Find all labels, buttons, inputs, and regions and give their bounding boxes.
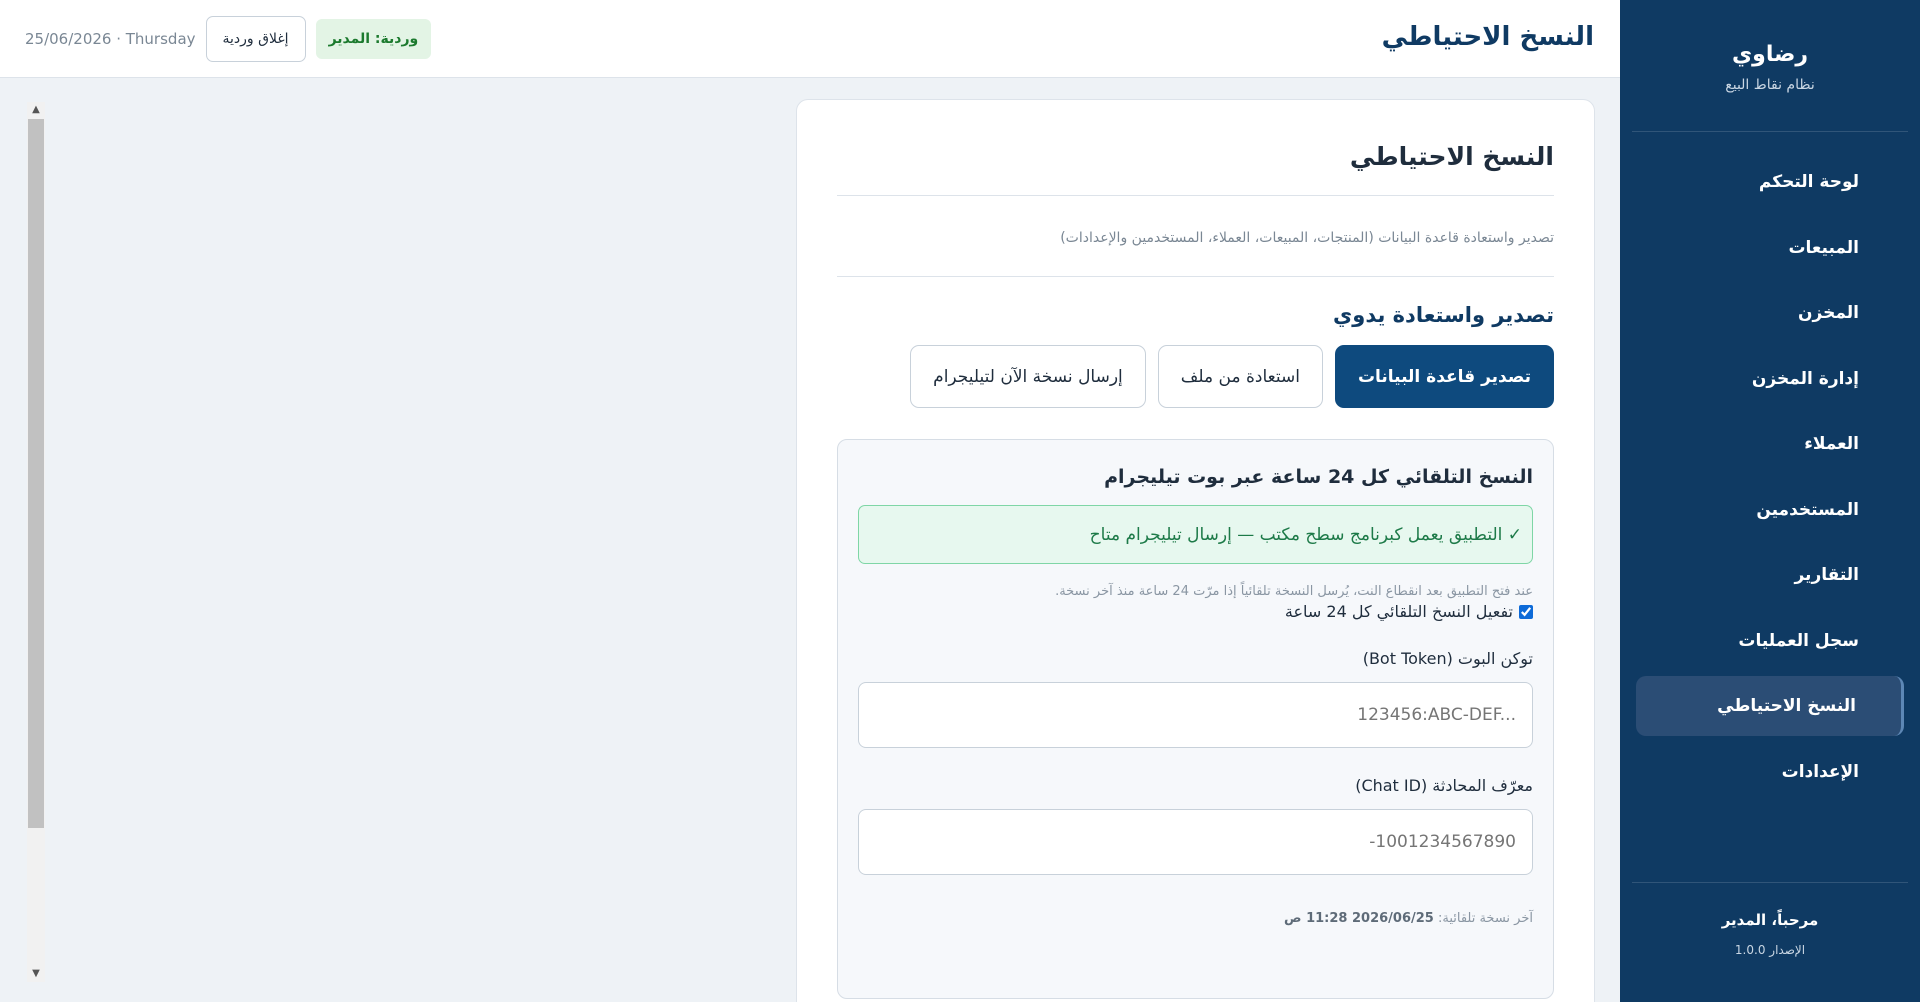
- sidebar-item-users[interactable]: المستخدمين: [1636, 480, 1904, 540]
- sidebar-item-activity-log[interactable]: سجل العمليات: [1636, 611, 1904, 671]
- app-root: رضاوي نظام نقاط البيع لوحة التحكم المبيع…: [0, 0, 1920, 1002]
- sidebar-item-inventory-management[interactable]: إدارة المخزن: [1636, 349, 1904, 409]
- auto-backup-toggle[interactable]: تفعيل النسخ التلقائي كل 24 ساعة: [858, 602, 1533, 621]
- divider: [837, 276, 1554, 277]
- auto-backup-checkbox[interactable]: [1519, 604, 1533, 619]
- date-display: 25/06/2026 · Thursday: [25, 30, 196, 48]
- scroll-thumb[interactable]: [28, 119, 44, 828]
- close-shift-button[interactable]: إغلاق وردية: [205, 16, 306, 62]
- last-backup-info: آخر نسخة تلقائية: 2026/06/25 11:28 ص: [858, 911, 1533, 926]
- welcome-text: مرحباً، المدير: [1721, 911, 1819, 929]
- page-title: النسخ الاحتياطي: [1381, 22, 1594, 52]
- auto-backup-checkbox-label: تفعيل النسخ التلقائي كل 24 ساعة: [1284, 602, 1513, 621]
- scroll-up-arrow-icon[interactable]: ▲: [27, 102, 45, 118]
- auto-backup-panel: النسخ التلقائي كل 24 ساعة عبر بوت تيليجر…: [837, 439, 1554, 999]
- last-backup-label: آخر نسخة تلقائية:: [1437, 911, 1533, 926]
- scroll-down-arrow-icon[interactable]: ▼: [27, 966, 45, 982]
- sidebar-item-reports[interactable]: التقارير: [1636, 545, 1904, 605]
- last-backup-value: 2026/06/25 11:28 ص: [1284, 911, 1434, 926]
- topbar-actions: 25/06/2026 · Thursday إغلاق وردية وردية:…: [25, 16, 432, 62]
- topbar: النسخ الاحتياطي 25/06/2026 · Thursday إغ…: [0, 0, 1620, 78]
- sidebar-item-settings[interactable]: الإعدادات: [1636, 742, 1904, 802]
- auto-backup-hint: عند فتح التطبيق بعد انقطاع النت، يُرسل ا…: [1055, 584, 1533, 599]
- sidebar-item-customers[interactable]: العملاء: [1636, 414, 1904, 474]
- sidebar: رضاوي نظام نقاط البيع لوحة التحكم المبيع…: [1620, 0, 1920, 1002]
- bot-token-input[interactable]: [858, 682, 1533, 748]
- shift-badge: وردية: المدير: [315, 19, 432, 59]
- brand-name: رضاوي: [1731, 42, 1809, 67]
- sidebar-item-backup[interactable]: النسخ الاحتياطي: [1636, 676, 1904, 736]
- telegram-status-alert: ✓ التطبيق يعمل كبرنامج سطح مكتب — إرسال …: [858, 505, 1533, 564]
- scrollbar[interactable]: ▲ ▼: [27, 102, 45, 982]
- sidebar-item-dashboard[interactable]: لوحة التحكم: [1636, 152, 1904, 212]
- sidebar-nav: لوحة التحكم المبيعات المخزن إدارة المخزن…: [1620, 132, 1920, 882]
- manual-section-title: تصدير واستعادة يدوي: [1333, 303, 1554, 327]
- sidebar-item-sales[interactable]: المبيعات: [1636, 218, 1904, 278]
- send-telegram-now-button[interactable]: إرسال نسخة الآن لتيليجرام: [910, 345, 1146, 408]
- divider: [837, 195, 1554, 196]
- version-text: الإصدار 1.0.0: [1734, 943, 1806, 957]
- auto-backup-title: النسخ التلقائي كل 24 ساعة عبر بوت تيليجر…: [1104, 466, 1533, 488]
- card-description: تصدير واستعادة قاعدة البيانات (المنتجات،…: [1060, 230, 1554, 246]
- brand: رضاوي نظام نقاط البيع: [1632, 0, 1908, 132]
- sidebar-item-inventory[interactable]: المخزن: [1636, 283, 1904, 343]
- chat-id-label: معرّف المحادثة (Chat ID): [1355, 776, 1533, 795]
- chat-id-input[interactable]: [858, 809, 1533, 875]
- brand-subtitle: نظام نقاط البيع: [1725, 77, 1815, 93]
- export-database-button[interactable]: تصدير قاعدة البيانات: [1334, 345, 1554, 408]
- bot-token-label: توكن البوت (Bot Token): [1362, 649, 1533, 668]
- backup-card: النسخ الاحتياطي تصدير واستعادة قاعدة الب…: [796, 99, 1595, 1002]
- card-title: النسخ الاحتياطي: [1349, 142, 1554, 171]
- sidebar-footer: مرحباً، المدير الإصدار 1.0.0: [1632, 882, 1908, 1002]
- manual-actions: تصدير قاعدة البيانات استعادة من ملف إرسا…: [837, 345, 1554, 408]
- restore-from-file-button[interactable]: استعادة من ملف: [1157, 345, 1323, 408]
